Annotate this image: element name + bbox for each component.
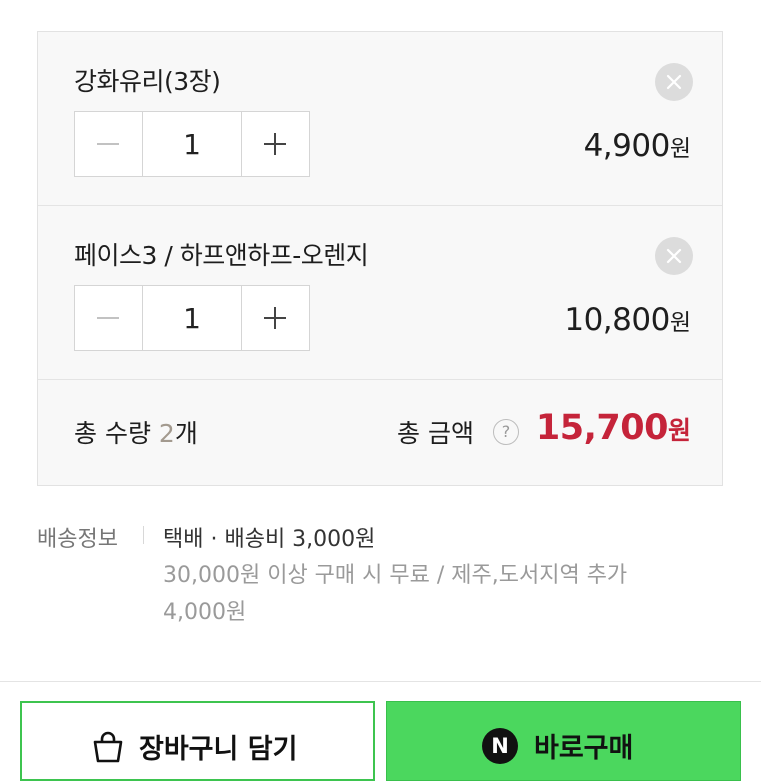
total-quantity-value: 2 xyxy=(158,419,175,448)
total-quantity: 총 수량 2개 xyxy=(74,414,198,450)
total-row: 총 수량 2개 총 금액 ? 15,700원 xyxy=(38,380,722,485)
total-price: 15,700원 xyxy=(536,408,691,448)
cart-summary-box: 강화유리(3장) 1 4,900원 페이스3 / 하프앤하프-오렌지 1 10,… xyxy=(37,31,723,486)
plus-icon xyxy=(264,307,286,329)
add-to-cart-button[interactable]: 장바구니 담기 xyxy=(20,701,375,781)
close-icon xyxy=(666,248,682,264)
quantity-input[interactable]: 1 xyxy=(143,286,241,350)
shipping-info-label: 배송정보 xyxy=(37,527,118,552)
naver-pay-logo: N xyxy=(482,727,518,764)
increase-quantity-button[interactable] xyxy=(241,112,309,176)
total-quantity-label: 총 수량 xyxy=(74,419,159,448)
item-price-value: 10,800 xyxy=(564,302,670,338)
total-quantity-suffix: 개 xyxy=(174,419,198,448)
quantity-stepper: 1 xyxy=(74,285,310,351)
shopping-bag-icon xyxy=(93,731,123,762)
buy-now-button[interactable]: N 바로구매 xyxy=(386,701,741,781)
shipping-extra-fee: 4,000원 xyxy=(163,600,247,625)
close-icon xyxy=(666,74,682,90)
shipping-type: 택배 · 배송비 3,000원 xyxy=(163,527,376,552)
item-price-value: 4,900 xyxy=(583,128,671,164)
quantity-input[interactable]: 1 xyxy=(143,112,241,176)
cart-item: 페이스3 / 하프앤하프-오렌지 1 10,800원 xyxy=(38,206,722,380)
item-name: 페이스3 / 하프앤하프-오렌지 xyxy=(74,241,369,270)
cart-item: 강화유리(3장) 1 4,900원 xyxy=(38,32,722,206)
item-price-unit: 원 xyxy=(669,136,691,162)
item-name: 강화유리(3장) xyxy=(74,67,221,96)
shipping-divider xyxy=(143,526,144,544)
total-amount-label: 총 금액 xyxy=(397,419,474,448)
item-price: 10,800원 xyxy=(564,302,691,338)
total-price-value: 15,700 xyxy=(535,408,669,448)
decrease-quantity-button[interactable] xyxy=(75,286,143,350)
increase-quantity-button[interactable] xyxy=(241,286,309,350)
total-price-unit: 원 xyxy=(667,416,691,445)
remove-item-button[interactable] xyxy=(655,237,693,275)
remove-item-button[interactable] xyxy=(655,63,693,101)
help-icon[interactable]: ? xyxy=(493,419,519,445)
item-price-unit: 원 xyxy=(669,310,691,336)
shipping-condition: 30,000원 이상 구매 시 무료 / 제주,도서지역 추가 xyxy=(163,563,628,588)
decrease-quantity-button[interactable] xyxy=(75,112,143,176)
plus-icon xyxy=(264,133,286,155)
bottom-divider xyxy=(0,681,761,682)
buy-now-label: 바로구매 xyxy=(534,733,634,764)
add-to-cart-label: 장바구니 담기 xyxy=(139,734,298,765)
minus-icon xyxy=(97,143,119,145)
quantity-stepper: 1 xyxy=(74,111,310,177)
item-price: 4,900원 xyxy=(584,128,691,164)
minus-icon xyxy=(97,317,119,319)
